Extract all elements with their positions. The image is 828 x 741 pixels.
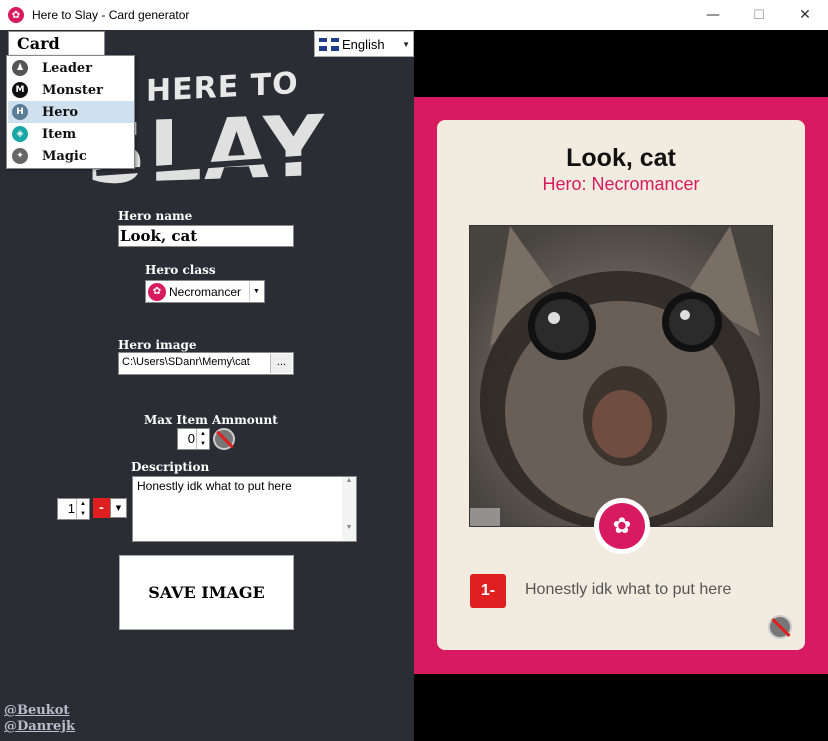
roll-sign-button[interactable]: -: [93, 498, 110, 518]
save-image-button[interactable]: SAVE IMAGE: [119, 555, 294, 630]
card-type-magic[interactable]: ✦ Magic: [8, 145, 134, 167]
credit-link-beukot[interactable]: @Beukot: [4, 703, 69, 718]
hero-class-value: Necromancer: [169, 284, 242, 299]
language-value: English: [342, 36, 385, 52]
card-type-item[interactable]: ◈ Item: [8, 123, 134, 145]
no-item-icon: [213, 428, 235, 450]
down-arrow-icon[interactable]: ▼: [197, 439, 209, 449]
hero-image-label: Hero image: [118, 338, 197, 352]
description-label: Description: [131, 460, 210, 474]
magic-icon: ✦: [12, 148, 28, 164]
card-type-header[interactable]: Card Type: [8, 31, 105, 72]
minimize-button[interactable]: —: [690, 0, 736, 30]
roll-value-stepper[interactable]: 1 ▲ ▼: [57, 498, 90, 520]
title-bar: ✿ Here to Slay - Card generator — ☐ ✕: [0, 0, 828, 30]
app-icon: ✿: [8, 7, 24, 23]
max-item-stepper[interactable]: 0 ▲ ▼: [177, 428, 210, 450]
up-arrow-icon[interactable]: ▲: [77, 499, 89, 509]
item-icon: ◈: [12, 126, 28, 142]
necromancer-emblem-icon: ✿: [594, 498, 650, 554]
up-arrow-icon[interactable]: ▲: [197, 429, 209, 439]
chevron-down-icon: ▼: [402, 40, 410, 49]
card-type-leader[interactable]: ♟ Leader: [8, 57, 134, 79]
hero-image-path: C:\Users\SDanr\Memy\cat: [122, 356, 250, 368]
hero-image: [469, 225, 773, 527]
description-textarea[interactable]: Honestly idk what to put here ▲ ▼: [132, 476, 357, 542]
leader-icon: ♟: [12, 60, 28, 76]
down-arrow-icon[interactable]: ▼: [77, 509, 89, 519]
max-item-label: Max Item Ammount: [144, 413, 278, 427]
card-preview-panel: Look, cat Hero: Necromancer ✿ 1- Honestl…: [414, 30, 828, 741]
card-description: Honestly idk what to put here: [525, 581, 732, 598]
card-border: Look, cat Hero: Necromancer ✿ 1- Honestl…: [414, 97, 828, 674]
close-button[interactable]: ✕: [782, 0, 828, 30]
hero-class-label: Hero class: [145, 263, 216, 277]
chevron-down-icon[interactable]: ▼: [249, 282, 263, 301]
card-type-hero[interactable]: H Hero: [8, 101, 134, 123]
card-type-monster[interactable]: M Monster: [8, 79, 134, 101]
hero-image-path-input[interactable]: C:\Users\SDanr\Memy\cat ...: [118, 352, 294, 375]
description-text: Honestly idk what to put here: [137, 479, 292, 493]
window-title: Here to Slay - Card generator: [32, 8, 190, 22]
hero-name-label: Hero name: [118, 209, 193, 223]
card-subtitle: Hero: Necromancer: [542, 174, 700, 194]
language-select[interactable]: English ▼: [314, 31, 414, 57]
hero-class-select[interactable]: ✿ Necromancer ▼: [145, 280, 265, 303]
browse-button[interactable]: ...: [270, 354, 292, 373]
roll-sign-dropdown[interactable]: ▼: [110, 498, 127, 518]
credit-link-danrejk[interactable]: @Danrejk: [4, 719, 75, 734]
monster-icon: M: [12, 82, 28, 98]
hero-name-input[interactable]: Look, cat: [118, 225, 294, 247]
card-type-menu: ♟ Leader M Monster H Hero ◈ Item ✦ Magic: [6, 55, 135, 169]
card-title: Look, cat: [566, 144, 676, 172]
no-item-icon: [768, 615, 792, 639]
hero-card: Look, cat Hero: Necromancer ✿ 1- Honestl…: [437, 120, 805, 650]
roll-badge: 1-: [470, 574, 506, 608]
maximize-button[interactable]: ☐: [736, 0, 782, 30]
hero-icon: H: [12, 104, 28, 120]
necromancer-icon: ✿: [148, 282, 166, 301]
uk-flag-icon: [319, 37, 339, 51]
description-scrollbar[interactable]: ▲ ▼: [342, 477, 356, 541]
